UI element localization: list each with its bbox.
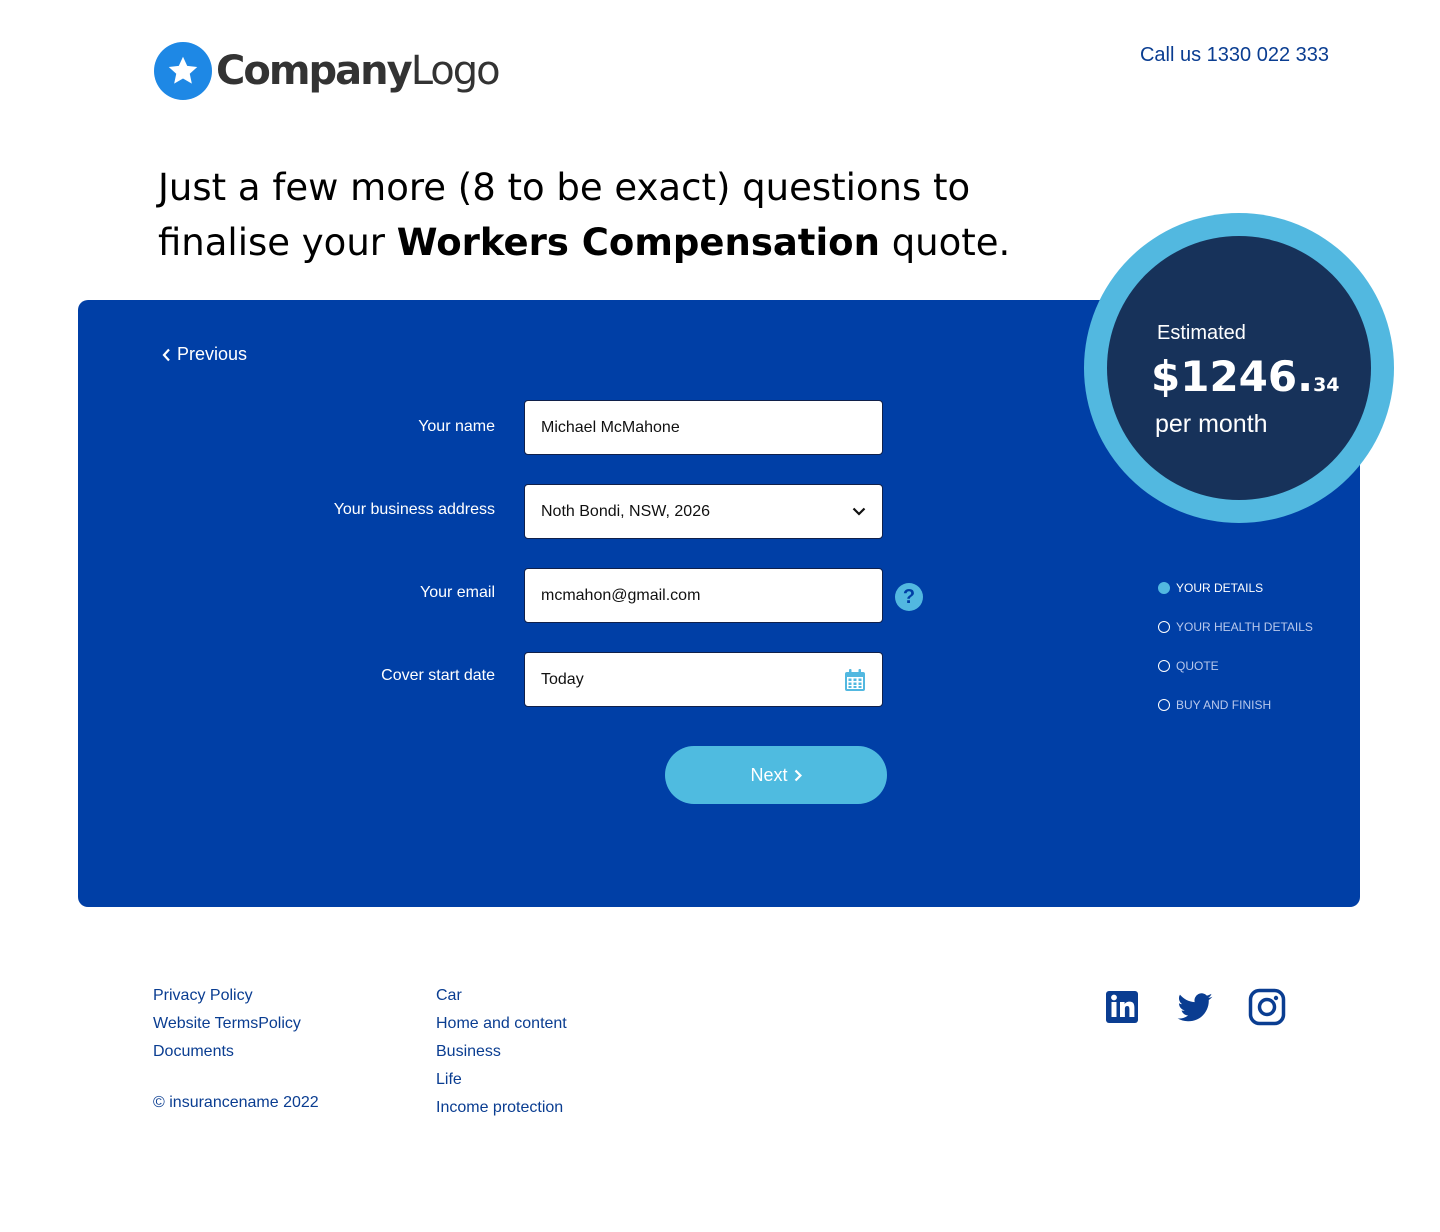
estimate-period: per month xyxy=(1155,410,1268,438)
next-button[interactable]: Next xyxy=(665,746,887,804)
page-headline: Just a few more (8 to be exact) question… xyxy=(158,160,1018,270)
start-date-label: Cover start date xyxy=(381,667,495,684)
calendar-icon[interactable] xyxy=(844,668,866,692)
step-your-details: YOUR DETAILS xyxy=(1158,568,1313,607)
step-label: YOUR DETAILS xyxy=(1176,580,1264,595)
footer-link-terms[interactable]: Website TermsPolicy xyxy=(153,1010,301,1038)
footer-link-business[interactable]: Business xyxy=(436,1038,567,1066)
footer-links-products: Car Home and content Business Life Incom… xyxy=(436,982,567,1122)
footer-link-home[interactable]: Home and content xyxy=(436,1010,567,1038)
chevron-right-icon xyxy=(794,769,802,781)
footer-link-documents[interactable]: Documents xyxy=(153,1038,301,1066)
logo-text-thin: Logo xyxy=(410,48,501,94)
footer-link-income[interactable]: Income protection xyxy=(436,1094,567,1122)
chevron-down-icon xyxy=(852,507,866,516)
name-value: Michael McMahone xyxy=(541,418,680,436)
name-input[interactable]: Michael McMahone xyxy=(524,400,883,455)
logo-text-main: Company xyxy=(216,48,413,94)
instagram-icon[interactable] xyxy=(1248,988,1286,1026)
headline-product: Workers Compensation xyxy=(396,221,880,264)
start-date-input[interactable]: Today xyxy=(524,652,883,707)
next-label: Next xyxy=(750,764,788,785)
logo-text: CompanyLogo xyxy=(216,42,501,100)
footer-link-privacy[interactable]: Privacy Policy xyxy=(153,982,301,1010)
headline-suffix: quote. xyxy=(879,221,1011,264)
step-label: YOUR HEALTH DETAILS xyxy=(1176,619,1313,634)
star-icon xyxy=(154,42,212,100)
copyright: © insurancename 2022 xyxy=(153,1094,319,1111)
address-select[interactable]: Noth Bondi, NSW, 2026 xyxy=(524,484,883,539)
estimate-inner: Estimated $1246.34 per month xyxy=(1107,236,1371,500)
email-label: Your email xyxy=(419,584,495,601)
estimate-cents: 34 xyxy=(1313,374,1340,396)
step-dot-active xyxy=(1158,581,1170,594)
footer-link-car[interactable]: Car xyxy=(436,982,567,1010)
linkedin-icon[interactable] xyxy=(1104,988,1142,1026)
call-us-link[interactable]: Call us 1330 022 333 xyxy=(1140,44,1329,67)
step-label: QUOTE xyxy=(1176,658,1219,673)
email-input[interactable]: mcmahon@gmail.com xyxy=(524,568,883,623)
estimate-badge: Estimated $1246.34 per month xyxy=(1084,213,1394,523)
step-label: BUY AND FINISH xyxy=(1176,697,1272,712)
chevron-left-icon xyxy=(162,348,170,361)
step-dot xyxy=(1158,620,1170,633)
name-label: Your name xyxy=(418,418,495,435)
step-buy-and-finish: BUY AND FINISH xyxy=(1158,685,1313,724)
footer-links-legal: Privacy Policy Website TermsPolicy Docum… xyxy=(153,982,301,1066)
company-logo[interactable]: CompanyLogo xyxy=(154,42,501,100)
estimate-amount: $1246.34 xyxy=(1151,352,1340,401)
help-icon[interactable]: ? xyxy=(895,583,923,611)
step-your-health-details: YOUR HEALTH DETAILS xyxy=(1158,607,1313,646)
email-value: mcmahon@gmail.com xyxy=(541,586,701,604)
step-dot xyxy=(1158,659,1170,672)
previous-label: Previous xyxy=(177,344,248,364)
address-value: Noth Bondi, NSW, 2026 xyxy=(541,502,710,520)
estimate-dollars: $1246. xyxy=(1151,352,1314,401)
previous-button[interactable]: Previous xyxy=(162,344,247,365)
progress-steps: YOUR DETAILS YOUR HEALTH DETAILS QUOTE B… xyxy=(1158,568,1313,724)
estimate-label: Estimated xyxy=(1157,322,1246,344)
twitter-icon[interactable] xyxy=(1176,988,1214,1026)
step-quote: QUOTE xyxy=(1158,646,1313,685)
footer-link-life[interactable]: Life xyxy=(436,1066,567,1094)
step-dot xyxy=(1158,698,1170,711)
address-label: Your business address xyxy=(333,501,495,518)
start-date-value: Today xyxy=(541,670,584,688)
